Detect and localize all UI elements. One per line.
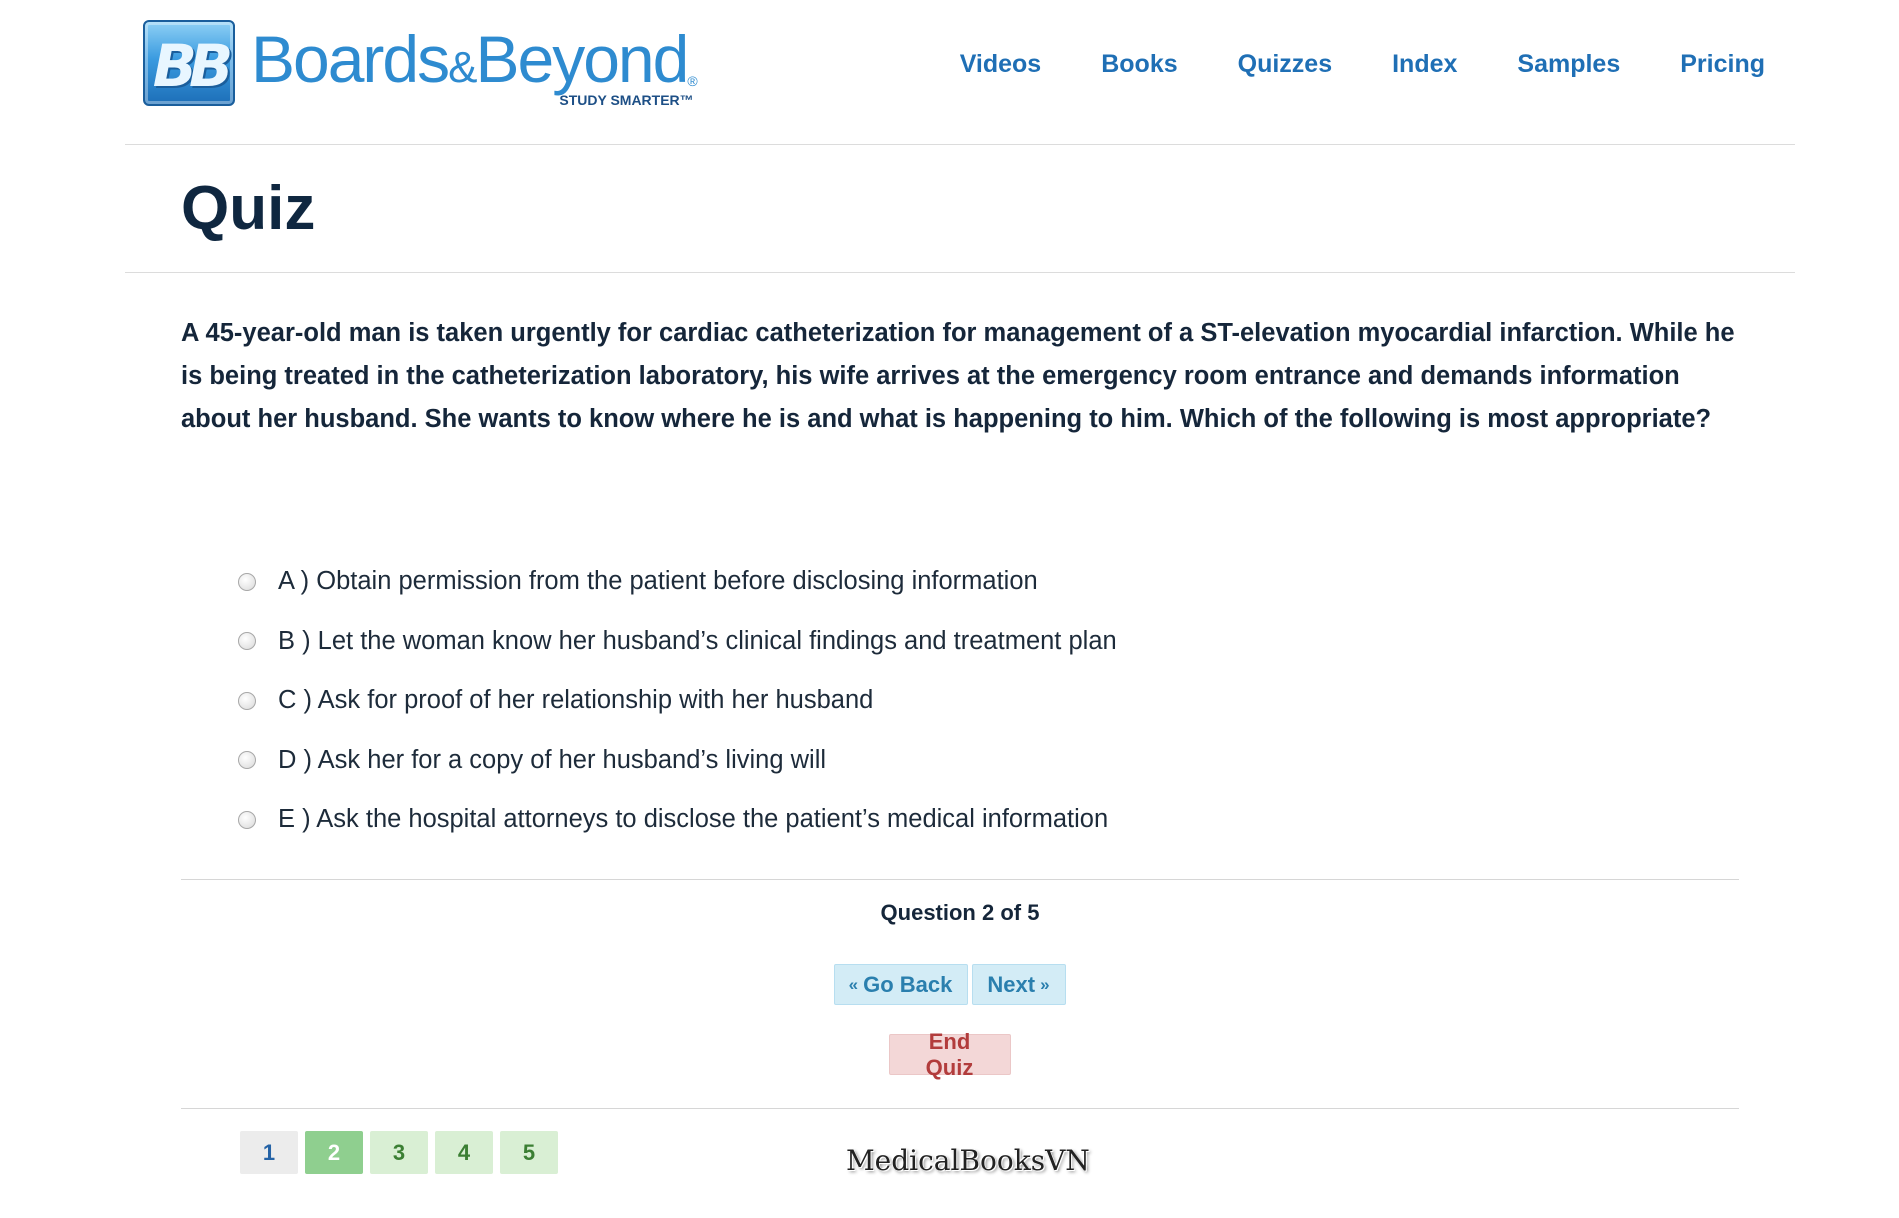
answer-list: A ) Obtain permission from the patient b… — [238, 552, 1117, 850]
answer-label-e: E ) Ask the hospital attorneys to disclo… — [278, 805, 1109, 834]
logo-mark-icon: BB — [143, 20, 235, 106]
logo-wordmark: Boards&Beyond® STUDY SMARTER™ — [251, 20, 698, 108]
radio-button-a[interactable] — [238, 572, 256, 591]
answer-label-a: A ) Obtain permission from the patient b… — [278, 567, 1038, 596]
answer-option-d[interactable]: D ) Ask her for a copy of her husband’s … — [238, 731, 1117, 791]
answer-label-b: B ) Let the woman know her husband’s cli… — [278, 626, 1117, 655]
go-back-button[interactable]: « Go Back — [833, 964, 968, 1005]
radio-button-c[interactable] — [238, 691, 256, 710]
logo-name-part2: Beyond — [475, 22, 689, 96]
end-quiz-button[interactable]: End Quiz — [888, 1029, 1011, 1080]
pager-item-4[interactable]: 4 — [435, 1131, 493, 1174]
answer-option-c[interactable]: C ) Ask for proof of her relationship wi… — [238, 671, 1117, 731]
next-button[interactable]: Next » — [971, 964, 1066, 1005]
logo-name-part1: Boards — [251, 22, 450, 96]
nav-link-pricing[interactable]: Pricing — [1680, 50, 1765, 79]
watermark-text: MedicalBooksVN — [846, 1144, 1090, 1177]
logo-name-amp: & — [448, 43, 477, 92]
answer-option-b[interactable]: B ) Let the woman know her husband’s cli… — [238, 612, 1117, 672]
radio-button-e[interactable] — [238, 810, 256, 829]
pager-item-1[interactable]: 1 — [240, 1131, 298, 1174]
question-pager: 1 2 3 4 5 — [240, 1131, 558, 1174]
end-quiz-wrap: End Quiz — [0, 1029, 1899, 1080]
pager-item-3[interactable]: 3 — [370, 1131, 428, 1174]
nav-link-quizzes[interactable]: Quizzes — [1238, 50, 1332, 79]
site-logo[interactable]: BB Boards&Beyond® STUDY SMARTER™ — [143, 20, 698, 110]
nav-link-samples[interactable]: Samples — [1517, 50, 1620, 79]
answer-label-d: D ) Ask her for a copy of her husband’s … — [278, 745, 827, 774]
next-label: Next — [987, 971, 1036, 997]
pager-item-5[interactable]: 5 — [500, 1131, 558, 1174]
radio-button-d[interactable] — [238, 751, 256, 770]
title-bar: Quiz — [125, 145, 1795, 273]
divider — [181, 879, 1739, 880]
logo-registered: ® — [687, 73, 697, 89]
divider — [181, 1108, 1739, 1109]
logo-name: Boards&Beyond® — [251, 26, 698, 92]
pager-item-2[interactable]: 2 — [305, 1131, 363, 1174]
page-title: Quiz — [181, 174, 316, 243]
answer-option-a[interactable]: A ) Obtain permission from the patient b… — [238, 552, 1117, 612]
radio-button-b[interactable] — [238, 632, 256, 651]
quiz-navigation: « Go Back Next » — [0, 964, 1899, 1005]
go-back-label: Go Back — [863, 971, 953, 997]
question-text: A 45-year-old man is taken urgently for … — [181, 319, 1735, 433]
logo-mark-text: BB — [152, 32, 233, 100]
logo-tagline: STUDY SMARTER™ — [559, 92, 694, 108]
question-progress: Question 2 of 5 — [880, 900, 1040, 925]
site-header: BB Boards&Beyond® STUDY SMARTER™ Videos … — [125, 0, 1795, 145]
answer-label-c: C ) Ask for proof of her relationship wi… — [278, 686, 874, 715]
chevron-right-icon: » — [1040, 974, 1050, 994]
answer-option-e[interactable]: E ) Ask the hospital attorneys to disclo… — [238, 790, 1117, 850]
main-nav: Videos Books Quizzes Index Samples Prici… — [900, 50, 1765, 79]
nav-link-index[interactable]: Index — [1392, 50, 1457, 79]
chevron-left-icon: « — [848, 974, 859, 994]
nav-link-videos[interactable]: Videos — [960, 50, 1042, 79]
nav-link-books[interactable]: Books — [1101, 50, 1177, 79]
